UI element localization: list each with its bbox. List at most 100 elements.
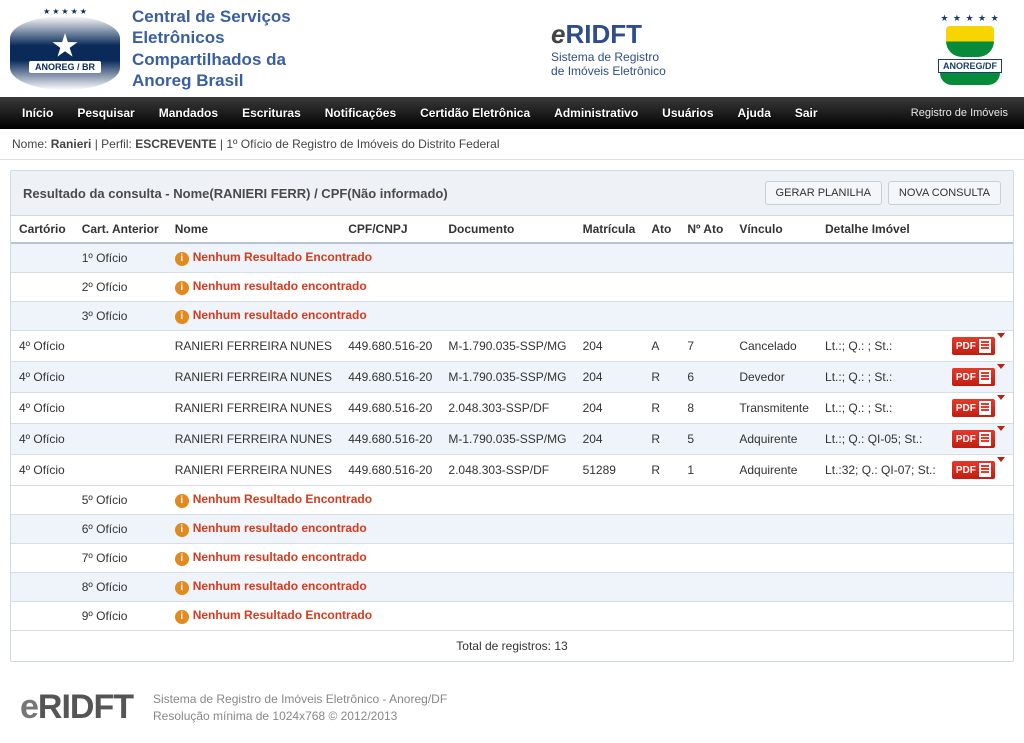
cell-doc: M-1.790.035-SSP/MG — [440, 331, 574, 362]
nav-certidao[interactable]: Certidão Eletrônica — [408, 98, 542, 128]
pdf-download-button[interactable]: PDF — [952, 337, 995, 355]
cell-doc: 2.048.303-SSP/DF — [440, 393, 574, 424]
nav-usuarios[interactable]: Usuários — [650, 98, 725, 128]
download-arrow-icon — [997, 333, 1005, 352]
cell-cartorio: 4º Ofício — [11, 424, 74, 455]
no-result-msg: Nenhum resultado encontrado — [193, 308, 367, 322]
nav-ajuda[interactable]: Ajuda — [726, 98, 783, 128]
header-title: Central de Serviços Eletrônicos Comparti… — [132, 6, 291, 91]
footer: eRIDFT Sistema de Registro de Imóveis El… — [0, 672, 1024, 743]
cell-cart-anterior: 5º Ofício — [74, 486, 167, 515]
pdf-download-button[interactable]: PDF — [952, 430, 995, 448]
nav-escrituras[interactable]: Escrituras — [230, 98, 313, 128]
col-vinculo: Vínculo — [731, 216, 817, 243]
cell-nome: RANIERI FERREIRA NUNES — [167, 455, 341, 486]
cell-nome: RANIERI FERREIRA NUNES — [167, 331, 341, 362]
cell-n-ato: 6 — [679, 362, 731, 393]
table-row-empty: 1º OfícioiNenhum Resultado Encontrado — [11, 243, 1013, 273]
no-result-msg: Nenhum resultado encontrado — [193, 550, 367, 564]
cell-cartorio: 4º Ofício — [11, 455, 74, 486]
no-result-msg: Nenhum resultado encontrado — [193, 579, 367, 593]
cell-doc: M-1.790.035-SSP/MG — [440, 362, 574, 393]
cell-n-ato: 7 — [679, 331, 731, 362]
table-row-empty: 9º Ofício i Nenhum Resultado Encontrado — [11, 602, 1013, 631]
footer-line1: Sistema de Registro de Imóveis Eletrônic… — [153, 691, 447, 707]
table-row-empty: 3º OfícioiNenhum resultado encontrado — [11, 302, 1013, 331]
cell-cpf: 449.680.516-20 — [340, 362, 440, 393]
cell-ato: A — [643, 331, 679, 362]
table-row: 4º Ofício RANIERI FERREIRA NUNES449.680.5… — [11, 393, 1013, 424]
cell-cpf: 449.680.516-20 — [340, 331, 440, 362]
no-result-msg: Nenhum Resultado Encontrado — [193, 608, 372, 622]
cell-matricula: 204 — [575, 362, 644, 393]
result-panel: Resultado da consulta - Nome(RANIERI FER… — [10, 170, 1014, 662]
cell-vinculo: Transmitente — [731, 393, 817, 424]
nav-notificacoes[interactable]: Notificações — [313, 98, 408, 128]
col-cart-anterior: Cart. Anterior — [74, 216, 167, 243]
results-table: Cartório Cart. Anterior Nome CPF/CNPJ Do… — [11, 216, 1013, 661]
cell-nome: RANIERI FERREIRA NUNES — [167, 362, 341, 393]
star-icon — [52, 33, 78, 59]
col-acao — [944, 216, 1013, 243]
info-icon: i — [175, 494, 189, 508]
cell-cartorio: 4º Ofício — [11, 393, 74, 424]
result-title: Resultado da consulta - Nome(RANIERI FER… — [23, 186, 448, 201]
cell-doc: M-1.790.035-SSP/MG — [440, 424, 574, 455]
info-icon: i — [175, 252, 189, 266]
nav-mandados[interactable]: Mandados — [147, 98, 230, 128]
info-icon: i — [175, 552, 189, 566]
table-row: 4º OfícioRANIERI FERREIRA NUNES449.680.5… — [11, 424, 1013, 455]
nova-consulta-button[interactable]: NOVA CONSULTA — [888, 181, 1001, 205]
table-row: 4º OfícioRANIERI FERREIRA NUNES449.680.5… — [11, 455, 1013, 486]
cell-detalhe: Lt.:32; Q.: QI-07; St.: — [817, 455, 944, 486]
cell-cart-anterior: 8º Ofício — [74, 573, 167, 602]
cell-detalhe: Lt.:; Q.: ; St.: — [817, 393, 944, 424]
cell-ato: R — [643, 424, 679, 455]
eridft-logo: eRIDFT Sistema de Registro de Imóveis El… — [551, 19, 666, 79]
document-icon — [979, 339, 991, 353]
nav-administrativo[interactable]: Administrativo — [542, 98, 650, 128]
table-row-empty: 7º OfícioiNenhum resultado encontrado — [11, 544, 1013, 573]
footer-line2: Resolução mínima de 1024x768 © 2012/2013 — [153, 708, 447, 724]
document-icon — [979, 463, 991, 477]
document-icon — [979, 401, 991, 415]
info-icon: i — [175, 581, 189, 595]
cell-cart-anterior: 3º Ofício — [74, 302, 167, 331]
nav-pesquisar[interactable]: Pesquisar — [65, 98, 146, 128]
col-cartorio: Cartório — [11, 216, 74, 243]
user-profile: ESCREVENTE — [135, 137, 216, 151]
download-arrow-icon — [997, 426, 1005, 445]
no-result-msg: Nenhum Resultado Encontrado — [193, 492, 372, 506]
pdf-download-button[interactable]: PDF — [952, 368, 995, 386]
cell-n-ato: 5 — [679, 424, 731, 455]
user-name: Ranieri — [51, 137, 92, 151]
cell-detalhe: Lt.:; Q.: QI-05; St.: — [817, 424, 944, 455]
user-info-bar: Nome: Ranieri | Perfil: ESCREVENTE | 1º … — [0, 129, 1024, 160]
cell-doc: 2.048.303-SSP/DF — [440, 455, 574, 486]
footer-logo: eRIDFT — [20, 688, 133, 727]
cell-n-ato: 1 — [679, 455, 731, 486]
cell-cpf: 449.680.516-20 — [340, 393, 440, 424]
download-arrow-icon — [997, 364, 1005, 383]
cell-matricula: 51289 — [575, 455, 644, 486]
col-n-ato: Nº Ato — [679, 216, 731, 243]
cell-matricula: 204 — [575, 393, 644, 424]
pdf-download-button[interactable]: PDF — [952, 399, 995, 417]
anoreg-df-logo: ★ ★ ★ ★ ★ ANOREG/DF — [926, 13, 1014, 85]
nav-context: Registro de Imóveis — [911, 107, 1014, 119]
nav-inicio[interactable]: Início — [10, 98, 65, 128]
gerar-planilha-button[interactable]: GERAR PLANILHA — [765, 181, 882, 205]
cell-ato: R — [643, 393, 679, 424]
table-row-empty: 8º Ofício i Nenhum resultado encontrado — [11, 573, 1013, 602]
col-documento: Documento — [440, 216, 574, 243]
nav-sair[interactable]: Sair — [783, 98, 830, 128]
cell-vinculo: Adquirente — [731, 424, 817, 455]
info-icon: i — [175, 523, 189, 537]
cell-detalhe: Lt.:; Q.: ; St.: — [817, 331, 944, 362]
cell-nome: RANIERI FERREIRA NUNES — [167, 393, 341, 424]
cell-cart-anterior: 9º Ofício — [74, 602, 167, 631]
table-row-empty: 2º OfícioiNenhum resultado encontrado — [11, 273, 1013, 302]
pdf-download-button[interactable]: PDF — [952, 461, 995, 479]
info-icon: i — [175, 610, 189, 624]
cell-cart-anterior: 2º Ofício — [74, 273, 167, 302]
